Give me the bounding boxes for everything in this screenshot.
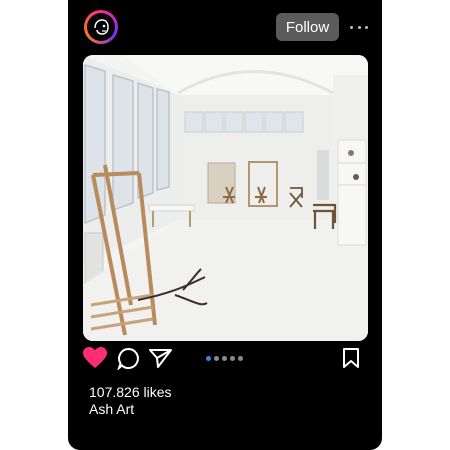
- face-logo-icon: [87, 13, 115, 41]
- likes-count: 107.826 likes: [89, 384, 172, 400]
- send-paper-plane-icon[interactable]: [148, 347, 173, 369]
- carousel-dot[interactable]: [238, 356, 243, 361]
- bookmark-icon[interactable]: [342, 347, 360, 369]
- carousel-dot[interactable]: [230, 356, 235, 361]
- post-photo[interactable]: [83, 55, 368, 341]
- carousel-dot[interactable]: [222, 356, 227, 361]
- carousel-dot-active[interactable]: [206, 356, 211, 361]
- carousel-dot[interactable]: [214, 356, 219, 361]
- follow-button[interactable]: Follow: [276, 13, 339, 41]
- carousel-dots: [206, 356, 243, 362]
- heart-filled-icon[interactable]: [83, 347, 107, 369]
- comment-bubble-icon[interactable]: [116, 347, 140, 372]
- profile-avatar[interactable]: [84, 10, 118, 44]
- more-horizontal-icon[interactable]: [350, 20, 368, 34]
- author-name[interactable]: Ash Art: [89, 401, 134, 417]
